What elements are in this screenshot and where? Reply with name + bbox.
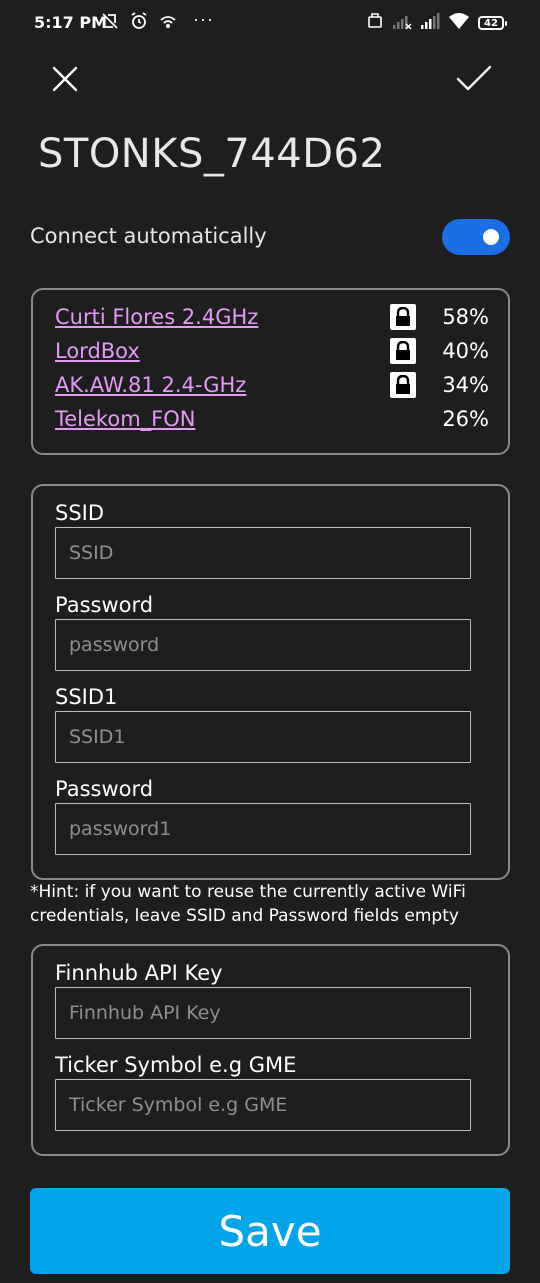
ticker-label: Ticker Symbol e.g GME [55, 1053, 297, 1077]
lock-icon [390, 338, 416, 364]
close-icon [48, 66, 82, 100]
battery-icon: 42 [478, 16, 507, 30]
lock-icon [390, 372, 416, 398]
ssid-label: SSID [55, 501, 105, 525]
network-signal: 26% [442, 407, 489, 431]
alarm-icon [129, 11, 149, 36]
password-label: Password [55, 593, 154, 617]
hotspot-icon [158, 11, 178, 36]
save-button[interactable]: Save [30, 1188, 510, 1274]
password-input[interactable] [55, 619, 471, 671]
status-bar: 5:17 PM ··· 42 [0, 0, 540, 46]
network-row[interactable]: Curti Flores 2.4GHz 58% [55, 302, 489, 332]
auto-connect-label: Connect automatically [30, 224, 267, 248]
api-settings-form: Finnhub API Key Ticker Symbol e.g GME [31, 944, 510, 1156]
close-button[interactable] [48, 62, 82, 96]
lock-icon [390, 304, 416, 330]
network-row[interactable]: LordBox 40% [55, 336, 489, 366]
network-name[interactable]: AK.AW.81 2.4-GHz [55, 370, 246, 400]
ticker-input[interactable] [55, 1079, 471, 1131]
network-name[interactable]: Curti Flores 2.4GHz [55, 302, 258, 332]
network-signal: 40% [442, 339, 489, 363]
network-list: Curti Flores 2.4GHz 58% LordBox 40% AK.A… [31, 288, 510, 455]
hint-text: *Hint: if you want to reuse the currentl… [30, 882, 466, 926]
network-signal: 34% [442, 373, 489, 397]
network-signal: 58% [442, 305, 489, 329]
network-row[interactable]: AK.AW.81 2.4-GHz 34% [55, 370, 489, 400]
ssid1-label: SSID1 [55, 685, 118, 709]
toggle-knob [483, 229, 499, 245]
wifi-credentials-form: SSID Password SSID1 Password [31, 484, 510, 880]
cell-signal-icon-2 [420, 12, 440, 35]
check-icon [454, 65, 494, 100]
status-time: 5:17 PM [34, 13, 108, 32]
network-name[interactable]: LordBox [55, 336, 140, 366]
network-name[interactable]: Telekom_FON [55, 404, 195, 434]
more-notifications-icon: ··· [193, 9, 214, 29]
cell-signal-icon-1 [392, 12, 412, 35]
network-row[interactable]: Telekom_FON 26% [55, 404, 489, 434]
api-key-label: Finnhub API Key [55, 961, 223, 985]
password1-label: Password [55, 777, 154, 801]
vibrate-icon [366, 12, 384, 35]
api-key-input[interactable] [55, 987, 471, 1039]
battery-level: 42 [484, 17, 498, 29]
page-title: STONKS_744D62 [38, 131, 386, 177]
ssid1-input[interactable] [55, 711, 471, 763]
ssid-input[interactable] [55, 527, 471, 579]
data-saver-icon [100, 11, 120, 36]
confirm-button[interactable] [454, 62, 494, 96]
auto-connect-toggle[interactable] [442, 219, 510, 255]
wifi-icon [448, 12, 470, 35]
password1-input[interactable] [55, 803, 471, 855]
